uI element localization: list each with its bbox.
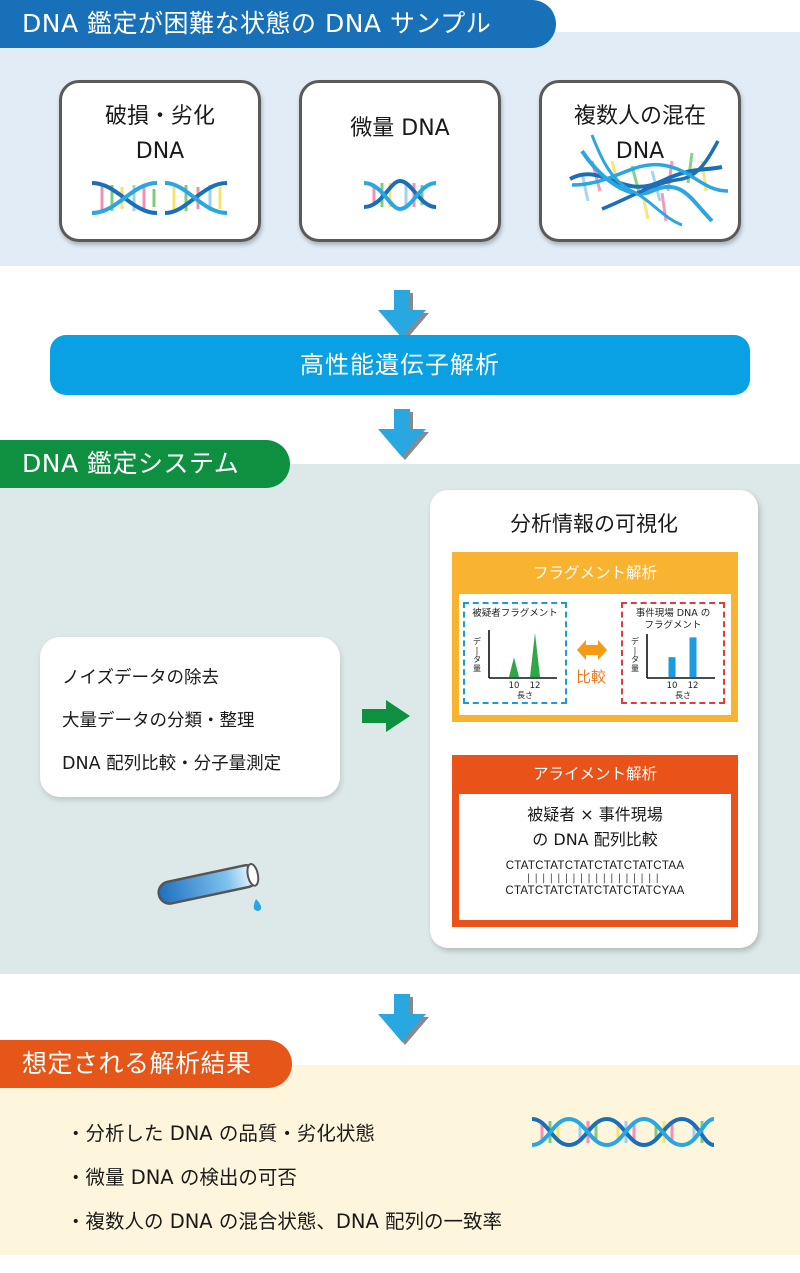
broken-dna-icon <box>91 181 228 215</box>
alignment-description-line1: 被疑者 × 事件現場 <box>527 805 663 824</box>
sample-label-line2: DNA <box>135 139 185 164</box>
right-arrow-icon <box>362 700 410 732</box>
sequence-suspect: CTATCTATCTATCTATCTATCTAA <box>505 860 685 872</box>
section-title-expected-results: 想定される解析結果 <box>0 1040 292 1088</box>
section-title-difficult-samples: DNA 鑑定が困難な状態の DNA サンプル <box>0 0 556 48</box>
result-item: ・微量 DNA の検出の可否 <box>66 1166 297 1189</box>
result-item: ・分析した DNA の品質・劣化状態 <box>66 1122 375 1145</box>
process-item: DNA 配列比較・分子量測定 <box>62 754 282 774</box>
y-axis-label-char: | <box>634 646 637 655</box>
x-tick-label: 10 <box>509 681 520 691</box>
sample-label-line1: 破損・劣化 <box>104 104 215 129</box>
high-performance-analysis-banner: 高性能遺伝子解析 <box>50 335 750 395</box>
visualization-title: 分析情報の可視化 <box>510 512 678 536</box>
suspect-fragment-panel: 被疑者フラグメント 10 12 長さ デ | タ量 <box>463 602 567 704</box>
compare-label: 比較 <box>576 668 607 686</box>
section-title-dna-system: DNA 鑑定システム <box>0 440 290 488</box>
result-item: ・複数人の DNA の混合状態、DNA 配列の一致率 <box>66 1210 502 1233</box>
small-dna-icon <box>363 178 437 212</box>
visualization-card: 分析情報の可視化 フラグメント解析 被疑者フラグメント 10 12 長さ デ | タ… <box>430 490 758 948</box>
alignment-description-line2: の DNA 配列比較 <box>532 830 658 849</box>
y-axis-label-char: デ <box>631 636 639 646</box>
fragment-analysis-title: フラグメント解析 <box>532 564 657 582</box>
alignment-analysis-content: 被疑者 × 事件現場 の DNA 配列比較 CTATCTATCTATCTATCT… <box>459 794 731 920</box>
down-arrow-icon <box>378 290 429 341</box>
y-axis-label-char: タ <box>631 655 639 664</box>
sequence-match-bars: |||||||||||||||||| <box>526 873 664 884</box>
x-tick-label: 12 <box>688 681 699 691</box>
alignment-analysis-title: アライメント解析 <box>532 765 657 783</box>
x-tick-label: 10 <box>667 681 678 691</box>
sample-label: 微量 DNA <box>302 111 498 146</box>
alignment-description: 被疑者 × 事件現場 の DNA 配列比較 <box>459 802 731 852</box>
sample-card-damaged: 破損・劣化 DNA <box>59 80 261 242</box>
x-axis-label: 長さ <box>675 691 691 700</box>
y-axis-label-char: 量 <box>473 664 481 673</box>
fragment-peak-12 <box>530 633 540 677</box>
process-item: ノイズデータの除去 <box>62 668 219 688</box>
down-arrow-icon <box>378 994 429 1045</box>
suspect-fragment-chart: 10 12 長さ デ|タ量 <box>473 630 557 700</box>
down-arrow-icon <box>378 409 429 460</box>
sample-card-trace: 微量 DNA <box>299 80 501 242</box>
compare-arrow-icon <box>577 640 607 660</box>
process-item: 大量データの分類・整理 <box>62 711 255 731</box>
sample-card-mixed: 複数人の混在 DNA <box>539 80 741 242</box>
scene-fragment-panel: 事件現場 DNA の フラグメント 10 12 長さ デ | タ量 <box>621 602 725 704</box>
y-axis-label-char: | <box>476 646 479 655</box>
fragment-bar-12 <box>689 637 697 677</box>
scene-fragment-chart: 10 12 長さ デ|タ量 <box>631 634 715 700</box>
fragment-analysis-content: 被疑者フラグメント 10 12 長さ デ|タ量 比較 事件現場 DNA の <box>459 594 731 715</box>
fragment-analysis-box: フラグメント解析 被疑者フラグメント 10 12 長さ デ | タ量 比較 事件… <box>452 552 738 722</box>
dna-helix-icon <box>531 1116 715 1148</box>
sample-label-line1: 微量 DNA <box>350 116 450 141</box>
mixed-dna-icon <box>569 134 729 227</box>
fragment-bar-10 <box>668 657 676 677</box>
sequence-scene: CTATCTATCTATCTATCTATCYAA <box>505 885 685 897</box>
results-list: ・分析した DNA の品質・劣化状態 ・微量 DNA の検出の可否 ・複数人の … <box>66 1112 502 1244</box>
y-axis-label-char: デ <box>473 636 481 646</box>
y-axis-label-char: タ <box>473 655 481 664</box>
process-list-card: ノイズデータの除去 大量データの分類・整理 DNA 配列比較・分子量測定 <box>40 637 340 797</box>
test-tube-icon <box>157 863 262 911</box>
alignment-analysis-box: アライメント解析 被疑者 × 事件現場 の DNA 配列比較 CTATCTATC… <box>452 755 738 927</box>
x-tick-label: 12 <box>530 681 541 691</box>
y-axis-label-char: 量 <box>631 664 639 673</box>
fragment-peak-10 <box>509 657 519 677</box>
sample-label: 破損・劣化 DNA <box>62 99 258 169</box>
x-axis-label: 長さ <box>517 691 533 700</box>
